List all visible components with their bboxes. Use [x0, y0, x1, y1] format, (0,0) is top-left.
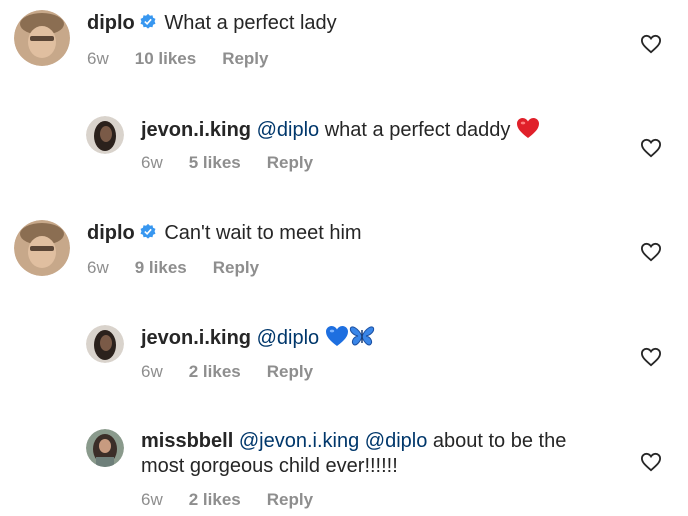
red-heart-icon: [516, 118, 539, 138]
comment-body-line1: about to be the: [432, 430, 567, 452]
likes-count[interactable]: 9 likes: [135, 258, 187, 278]
comment-body: What a perfect lady: [164, 12, 337, 34]
avatar-missbbell[interactable]: [86, 429, 124, 467]
reply-button[interactable]: Reply: [267, 362, 313, 382]
likes-count[interactable]: 2 likes: [189, 490, 241, 510]
comment-3: diplo Can't wait to meet him 6w 9 likes …: [0, 205, 688, 310]
timestamp: 6w: [141, 153, 163, 172]
username[interactable]: diplo: [87, 222, 135, 244]
timestamp: 6w: [87, 258, 109, 277]
like-heart-icon[interactable]: [640, 347, 662, 367]
comment-body-line2: most gorgeous child ever!!!!!!: [141, 455, 398, 477]
comment-2: jevon.i.king @diplo what a perfect daddy…: [0, 100, 688, 205]
avatar-jevon[interactable]: [86, 325, 124, 363]
likes-count[interactable]: 5 likes: [189, 153, 241, 173]
comment-body: what a perfect daddy: [324, 119, 511, 141]
verified-badge-icon: [140, 13, 156, 29]
comment-body: Can't wait to meet him: [164, 222, 362, 244]
comment-meta: 6w 10 likes Reply: [87, 49, 268, 69]
reply-button[interactable]: Reply: [213, 258, 259, 278]
likes-count[interactable]: 10 likes: [135, 49, 196, 69]
reply-button[interactable]: Reply: [222, 49, 268, 69]
avatar-image: [86, 429, 124, 467]
comment-meta: 6w 5 likes Reply: [141, 153, 313, 173]
like-heart-icon[interactable]: [640, 138, 662, 158]
comment-4: jevon.i.king @diplo 6w 2 likes Reply: [0, 310, 688, 415]
mention[interactable]: @jevon.i.king: [239, 430, 359, 452]
comment-text: jevon.i.king @diplo: [141, 325, 641, 351]
comment-meta: 6w 2 likes Reply: [141, 490, 313, 510]
like-heart-icon[interactable]: [640, 452, 662, 472]
butterfly-icon: [349, 326, 374, 346]
avatar-image: [86, 325, 124, 363]
comment-meta: 6w 2 likes Reply: [141, 362, 313, 382]
avatar-diplo[interactable]: [14, 220, 70, 276]
reply-button[interactable]: Reply: [267, 490, 313, 510]
comment-meta: 6w 9 likes Reply: [87, 258, 259, 278]
comment-5: missbbell @jevon.i.king @diplo about to …: [0, 415, 688, 516]
comment-text: diplo Can't wait to meet him: [87, 221, 587, 246]
verified-badge-icon: [140, 223, 156, 239]
comment-text: diplo What a perfect lady: [87, 11, 587, 36]
mention[interactable]: @diplo: [257, 327, 320, 349]
like-heart-icon[interactable]: [640, 34, 662, 54]
timestamp: 6w: [87, 49, 109, 68]
avatar-jevon[interactable]: [86, 116, 124, 154]
username[interactable]: diplo: [87, 12, 135, 34]
username[interactable]: jevon.i.king: [141, 119, 251, 141]
like-heart-icon[interactable]: [640, 242, 662, 262]
timestamp: 6w: [141, 362, 163, 381]
avatar-image: [14, 10, 70, 66]
timestamp: 6w: [141, 490, 163, 509]
username[interactable]: jevon.i.king: [141, 327, 251, 349]
mention[interactable]: @diplo: [365, 430, 428, 452]
comment-text: missbbell @jevon.i.king @diplo about to …: [141, 429, 661, 479]
mention[interactable]: @diplo: [257, 119, 320, 141]
avatar-image: [86, 116, 124, 154]
avatar-diplo[interactable]: [14, 10, 70, 66]
likes-count[interactable]: 2 likes: [189, 362, 241, 382]
comment-text: jevon.i.king @diplo what a perfect daddy: [141, 117, 641, 143]
comment-1: diplo What a perfect lady 6w 10 likes Re…: [0, 0, 688, 100]
username[interactable]: missbbell: [141, 430, 233, 452]
reply-button[interactable]: Reply: [267, 153, 313, 173]
blue-heart-icon: [325, 326, 348, 346]
avatar-image: [14, 220, 70, 276]
